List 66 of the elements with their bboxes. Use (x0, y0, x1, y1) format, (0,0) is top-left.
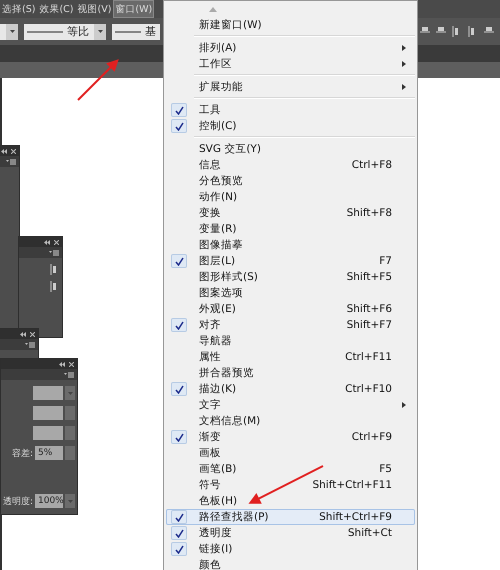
close-icon[interactable] (54, 240, 59, 244)
menu-item[interactable]: 透明度 Shift+Ct (166, 525, 415, 541)
collapse-icon[interactable] (20, 332, 26, 336)
menu-item[interactable]: 变换 Shift+F8 (166, 205, 415, 221)
input-field[interactable] (33, 386, 63, 400)
caret-icon (96, 28, 104, 35)
menu-item[interactable]: 渐变 Ctrl+F9 (166, 429, 415, 445)
menu-item[interactable]: 画板 (166, 445, 415, 461)
caret-icon (66, 390, 74, 396)
menu-item[interactable]: 扩展功能 (166, 79, 415, 95)
menu-item[interactable]: 文档信息(M) (166, 413, 415, 429)
close-icon[interactable] (30, 332, 35, 336)
stroke-line-icon (115, 30, 141, 32)
menu-item[interactable]: 画笔(B) F5 (166, 461, 415, 477)
menu-item[interactable]: 属性 Ctrl+F11 (166, 349, 415, 365)
menu-title[interactable]: 选择(S) (0, 0, 38, 18)
menu-item[interactable]: 分色预览 (166, 173, 415, 189)
menu-item[interactable]: 描边(K) Ctrl+F10 (166, 381, 415, 397)
opacity-label: 透明度: (2, 496, 33, 508)
collapse-icon[interactable] (1, 148, 7, 154)
menu-item[interactable]: 色板(H) (166, 493, 415, 509)
menu-item[interactable]: 导航器 (166, 333, 415, 349)
collapse-icon[interactable] (44, 240, 50, 244)
dropdown-caret[interactable] (94, 24, 106, 40)
panel-menu-icon[interactable] (64, 372, 74, 378)
input-field[interactable] (33, 406, 63, 420)
menu-item[interactable]: 图形样式(S) Shift+F5 (166, 269, 415, 285)
menu-item[interactable]: 文字 (166, 397, 415, 413)
menu-item[interactable]: 工作区 (166, 56, 415, 72)
brush-dropdown[interactable]: 基 (112, 24, 160, 40)
menu-item[interactable]: 信息 Ctrl+F8 (166, 157, 415, 173)
menu-item[interactable]: 图案选项 (166, 285, 415, 301)
menu-item[interactable]: 工具 (166, 102, 415, 118)
menu-item[interactable]: 外观(E) Shift+F6 (166, 301, 415, 317)
menu-item[interactable]: 路径查找器(P) Shift+Ctrl+F9 (166, 509, 415, 525)
menu-item[interactable]: 控制(C) (166, 118, 415, 134)
menu-item[interactable]: 符号 Shift+Ctrl+F11 (166, 477, 415, 493)
panel-menu-icon[interactable] (6, 158, 16, 164)
menu-item[interactable]: 新建窗口(W) (166, 17, 415, 33)
menu-item[interactable]: 排列(A) (166, 40, 415, 56)
input-field[interactable] (33, 426, 63, 440)
caret-icon (8, 28, 16, 35)
panel-menu-icon[interactable] (49, 250, 59, 256)
annotation-arrow (77, 59, 119, 101)
menu-title[interactable]: 效果(C) (37, 0, 76, 18)
menu-item[interactable]: 拼合器预览 (166, 365, 415, 381)
close-icon[interactable] (69, 362, 74, 366)
tolerance-label: 容差: (12, 448, 33, 460)
menu-item[interactable]: 颜色 (166, 557, 415, 570)
dropdown[interactable] (0, 24, 18, 40)
menu-title[interactable]: 窗口(W) (113, 0, 154, 18)
tolerance-field[interactable]: 5% (35, 446, 63, 460)
menu-item[interactable]: 链接(I) (166, 541, 415, 557)
menu-item[interactable]: 图层(L) F7 (166, 253, 415, 269)
stroke-profile-dropdown[interactable]: 等比 (24, 24, 94, 40)
caret-icon (66, 498, 74, 504)
panel-menu-icon[interactable] (25, 342, 35, 348)
menu-item[interactable]: 对齐 Shift+F7 (166, 317, 415, 333)
menu-item[interactable]: 动作(N) (166, 189, 415, 205)
collapse-icon[interactable] (59, 362, 65, 366)
menu-title[interactable]: 视图(V) (76, 0, 114, 18)
menu-item[interactable]: 图像描摹 (166, 237, 415, 253)
menu-item[interactable]: SVG 交互(Y) (166, 141, 415, 157)
close-icon[interactable] (11, 148, 16, 154)
stroke-line-icon (27, 30, 63, 32)
menu-item[interactable]: 变量(R) (166, 221, 415, 237)
